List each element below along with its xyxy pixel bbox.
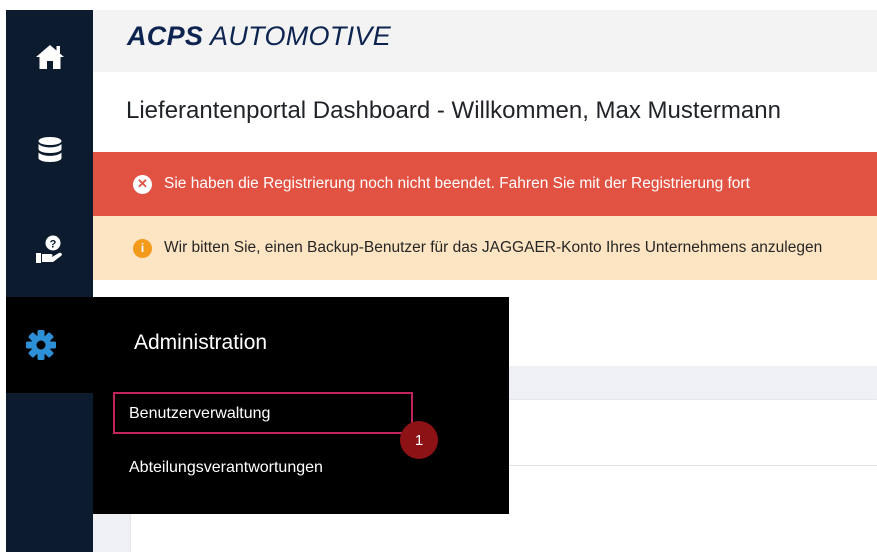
hand-help-icon: ? [35, 235, 65, 265]
brand-bar: ACPS AUTOMOTIVE [93, 10, 877, 72]
sidebar: ? [6, 10, 93, 552]
backup-user-alert-text: Wir bitten Sie, einen Backup-Benutzer fü… [164, 239, 823, 256]
info-circle-icon: i [133, 238, 152, 258]
gear-icon [24, 328, 58, 367]
title-bar: Lieferantenportal Dashboard - Willkommen… [93, 72, 877, 152]
step-badge: 1 [400, 421, 438, 459]
flyout-header[interactable]: Administration [6, 297, 509, 393]
database-icon [37, 136, 63, 164]
backup-user-alert: i Wir bitten Sie, einen Backup-Benutzer … [93, 216, 877, 280]
highlight-frame [113, 392, 413, 434]
x-circle-icon: ✕ [133, 174, 152, 194]
sidebar-item-database[interactable] [6, 110, 93, 190]
sidebar-item-home[interactable] [6, 17, 93, 97]
svg-text:?: ? [49, 239, 56, 251]
home-icon [35, 43, 65, 71]
brand-logo: ACPS AUTOMOTIVE [127, 21, 392, 51]
registration-alert-text: Sie haben die Registrierung noch nicht b… [164, 175, 750, 192]
sidebar-item-help[interactable]: ? [6, 210, 93, 290]
page-title: Lieferantenportal Dashboard - Willkommen… [126, 97, 781, 124]
flyout-title: Administration [134, 331, 268, 354]
menu-item-abteilungsverantwortungen[interactable]: Abteilungsverantwortungen [129, 459, 323, 477]
app-frame: ? ACPS AUTOMOTIVE Lieferantenportal Dash… [0, 0, 877, 552]
registration-alert: ✕ Sie haben die Registrierung noch nicht… [93, 152, 877, 216]
